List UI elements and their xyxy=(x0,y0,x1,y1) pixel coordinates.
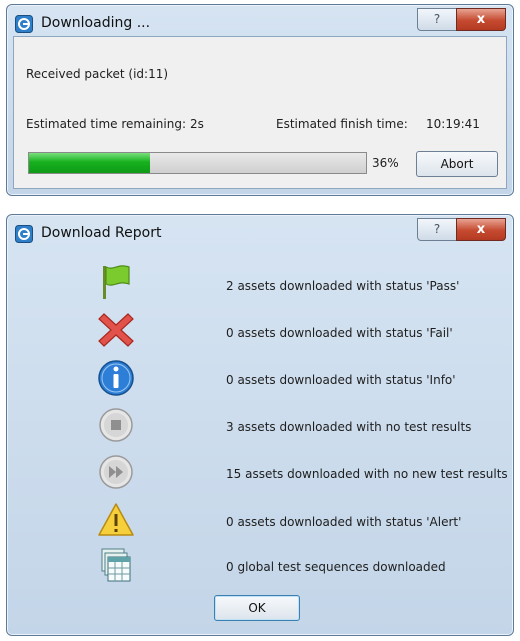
green-flag-icon xyxy=(103,265,130,299)
window-controls: ? x xyxy=(417,8,506,31)
help-button[interactable]: ? xyxy=(417,8,457,31)
sequence-table-icon xyxy=(101,548,131,582)
time-remaining-value: 2s xyxy=(190,117,204,131)
ok-button[interactable]: OK xyxy=(214,595,300,621)
report-row-text: 3 assets downloaded with no test results xyxy=(226,420,472,434)
app-icon xyxy=(15,225,33,243)
report-row-text: 0 assets downloaded with status 'Alert' xyxy=(226,515,462,529)
window-controls: ? x xyxy=(417,218,506,241)
finish-time-value: 10:19:41 xyxy=(426,117,480,131)
close-button[interactable]: x xyxy=(456,8,506,31)
stop-icon xyxy=(99,408,133,442)
app-icon xyxy=(15,15,33,33)
help-button[interactable]: ? xyxy=(417,218,457,241)
report-row-text: 2 assets downloaded with status 'Pass' xyxy=(226,279,460,293)
warning-icon xyxy=(98,503,134,536)
red-x-icon xyxy=(98,313,134,347)
fast-forward-icon xyxy=(99,455,133,489)
window-title: Downloading ... xyxy=(41,15,151,31)
report-row-text: 0 global test sequences downloaded xyxy=(226,560,446,574)
window-content: Received packet (id:11) Estimated time r… xyxy=(13,36,507,189)
time-remaining-label: Estimated time remaining: xyxy=(26,117,186,131)
status-text: Received packet (id:11) xyxy=(26,67,169,81)
finish-time-label: Estimated finish time: xyxy=(276,117,408,131)
info-icon xyxy=(98,360,134,396)
progress-percent: 36% xyxy=(372,156,399,170)
window-title: Download Report xyxy=(41,225,162,241)
title-bar[interactable]: Download Report ? x xyxy=(7,215,513,253)
close-button[interactable]: x xyxy=(456,218,506,241)
progress-fill xyxy=(29,153,151,173)
abort-button[interactable]: Abort xyxy=(416,151,498,177)
download-progress-bar xyxy=(28,152,367,174)
report-row-text: 0 assets downloaded with status 'Fail' xyxy=(226,326,453,340)
report-row-text: 15 assets downloaded with no new test re… xyxy=(226,467,508,481)
downloading-window: Downloading ... ? x Received packet (id:… xyxy=(6,4,514,196)
report-row-text: 0 assets downloaded with status 'Info' xyxy=(226,373,456,387)
